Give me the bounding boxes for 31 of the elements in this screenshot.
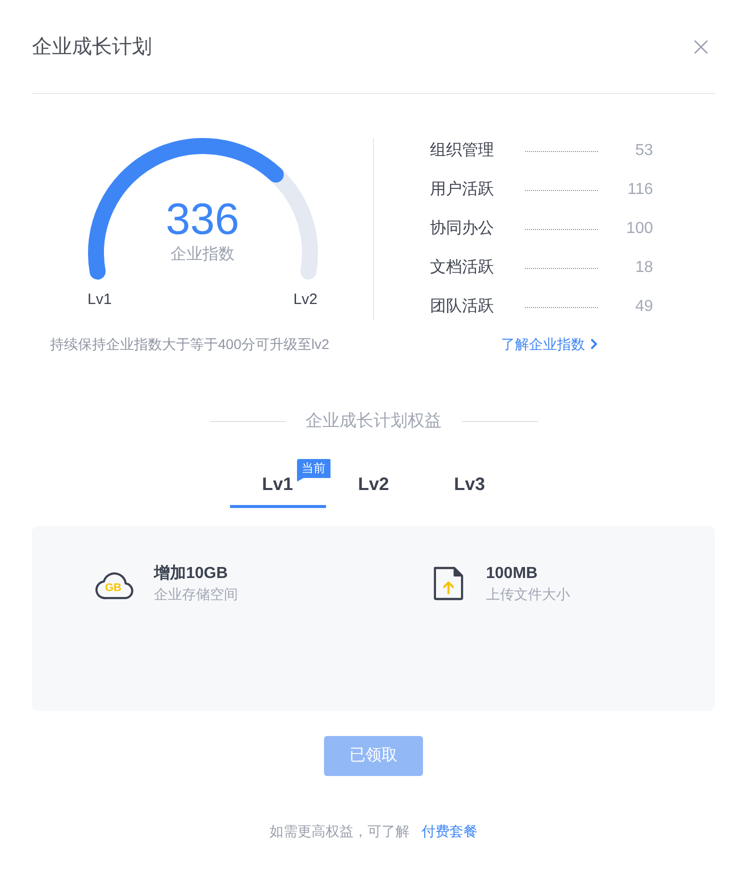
chevron-right-icon (591, 339, 597, 349)
benefit-description: 上传文件大小 (486, 585, 570, 603)
section-title: 企业成长计划权益 (306, 410, 442, 432)
metric-name: 协同办公 (430, 218, 495, 239)
metric-value: 116 (626, 180, 653, 200)
close-icon (694, 40, 708, 54)
close-button[interactable] (693, 38, 709, 54)
metric-name: 用户活跃 (430, 180, 495, 200)
current-badge: 当前 (296, 459, 330, 482)
level-label: Lv2 (293, 290, 318, 310)
benefit-description: 企业存储空间 (154, 585, 238, 603)
score-value: 336 (166, 196, 240, 244)
paid-plan-link[interactable]: 付费套餐 (422, 823, 478, 839)
level-label: Lv1 (88, 290, 112, 310)
footer-note: 如需更高权益，可了解 付费套餐 (270, 822, 478, 841)
upgrade-hint: 持续保持企业指数大于等于400分可升级至lv2 (50, 336, 330, 352)
metric-name: 团队活跃 (430, 297, 495, 317)
metric-name: 文档活跃 (430, 258, 495, 278)
benefit-title: 增加10GB (154, 564, 229, 584)
learn-more-link[interactable]: 了解企业指数 (501, 334, 597, 354)
metric-value: 53 (634, 141, 653, 161)
dialog-title: 企业成长计划 (32, 34, 152, 60)
cloud-icon-label: GB (105, 582, 122, 594)
benefit-title: 100MB (486, 564, 539, 584)
level-tab[interactable]: Lv3 (422, 462, 518, 508)
score-label: 企业指数 (170, 244, 234, 265)
metric-value: 100 (625, 219, 653, 239)
metric-value: 49 (634, 297, 653, 317)
metric-value: 18 (634, 258, 653, 278)
metric-name: 组织管理 (430, 141, 495, 161)
file-upload-icon (433, 566, 464, 601)
